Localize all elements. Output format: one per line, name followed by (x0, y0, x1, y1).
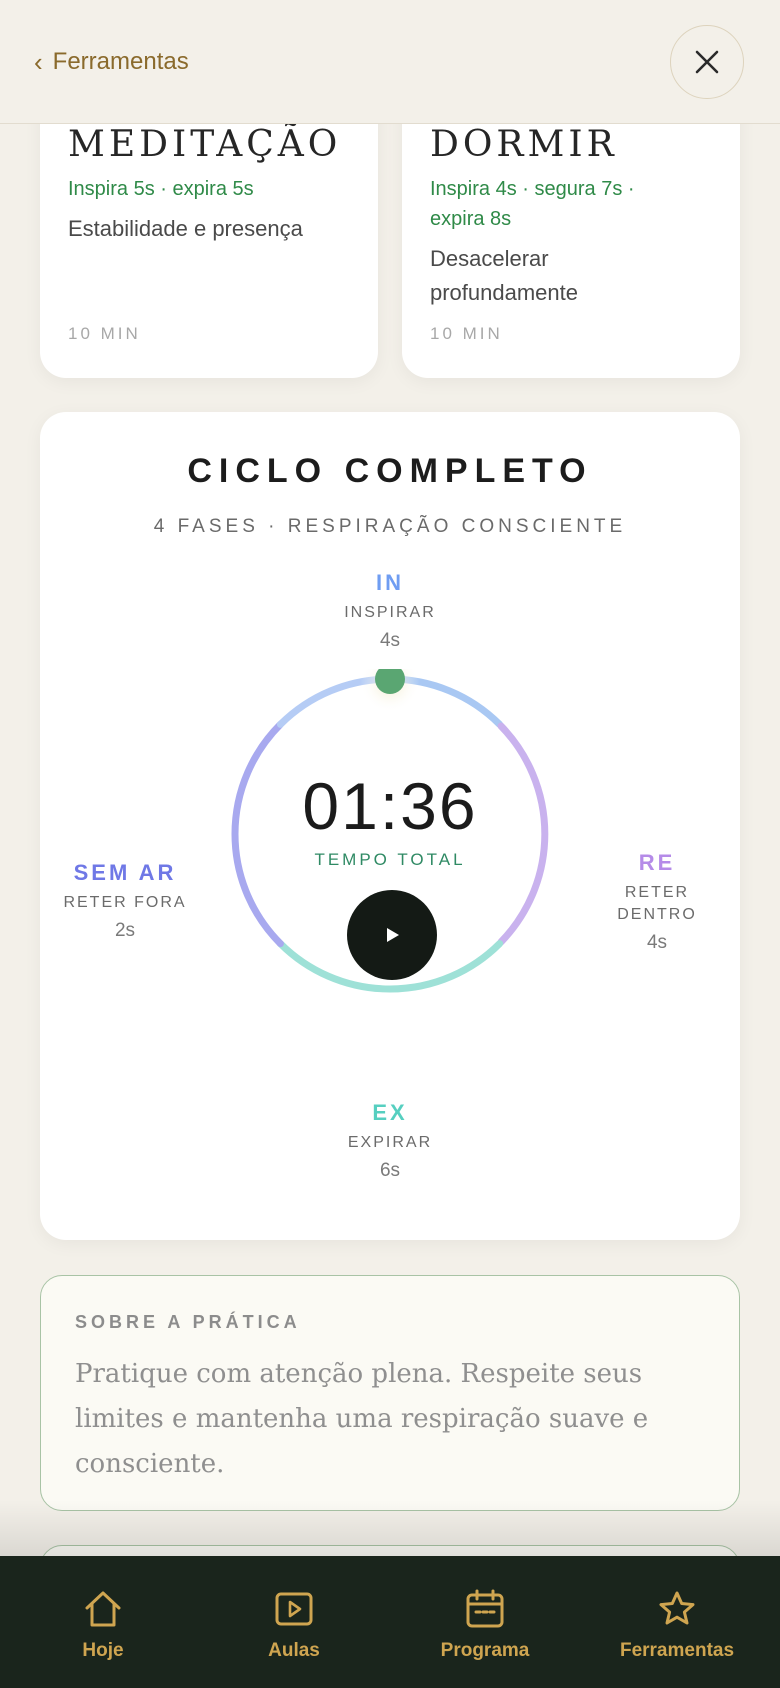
ciclo-completo-card: CICLO COMPLETO 4 FASES · RESPIRAÇÃO CONS… (40, 412, 740, 1240)
close-button[interactable] (670, 25, 744, 99)
phase-code: IN (376, 570, 404, 595)
nav-item-programa[interactable]: Programa (400, 1588, 570, 1662)
card-rate-line-1: Inspira 4s · segura 7s · (430, 178, 635, 200)
practice-card-dormir[interactable]: DORMIR Inspira 4s · segura 7s · expira 8… (402, 124, 740, 378)
card-duration: 10 MIN (430, 324, 503, 343)
play-icon (387, 928, 399, 942)
chevron-left-icon: ‹ (34, 47, 43, 77)
phase-name-line-2: DENTRO (617, 906, 697, 923)
star-icon (659, 1591, 695, 1625)
nav-shadow (0, 1500, 780, 1556)
play-button[interactable] (347, 890, 437, 980)
content-scroll[interactable]: MEDITAÇÃO Inspira 5s · expira 5s Estabil… (0, 124, 780, 1556)
phase-name: EXPIRAR (347, 1134, 433, 1151)
card-rate-line-2: expira 8s (430, 208, 512, 230)
card-description-line-2: profundamente (430, 280, 578, 305)
nav-item-aulas[interactable]: Aulas (209, 1588, 379, 1662)
home-icon (85, 1591, 121, 1627)
timer-value: 01:36 (302, 769, 478, 843)
about-practice-card: SOBRE A PRÁTICA Pratique com atenção ple… (40, 1275, 740, 1511)
card-description: Estabilidade e presença (68, 216, 303, 241)
practice-card-meditacao[interactable]: MEDITAÇÃO Inspira 5s · expira 5s Estabil… (40, 124, 378, 378)
nav-item-ferramentas[interactable]: Ferramentas (592, 1588, 762, 1662)
phase-inspirar: IN INSPIRAR 4s (290, 570, 490, 652)
phase-duration: 6s (379, 1160, 401, 1181)
phase-name: INSPIRAR (344, 604, 436, 621)
top-bar: ‹ Ferramentas (0, 0, 780, 124)
calendar-icon (466, 1589, 504, 1628)
phase-expirar: EX EXPIRAR 6s (290, 1100, 490, 1182)
phase-duration: 2s (114, 920, 136, 941)
ciclo-subtitle: 4 FASES · RESPIRAÇÃO CONSCIENTE (153, 516, 627, 537)
nav-item-hoje[interactable]: Hoje (18, 1588, 188, 1662)
phase-name: RETER FORA (63, 894, 187, 911)
phase-reter-fora: SEM AR RETER FORA 2s (40, 860, 210, 942)
bottom-navigation: Hoje Aulas Programa Ferramentas (0, 1556, 780, 1688)
card-description-line-1: Desacelerar (430, 246, 549, 271)
timer-label: TEMPO TOTAL (314, 850, 466, 869)
play-square-icon (275, 1592, 313, 1626)
back-link[interactable]: ‹ Ferramentas (34, 48, 189, 76)
nav-label: Aulas (268, 1640, 320, 1661)
close-icon (695, 50, 719, 74)
about-text: Pratique com atenção plena. Respeite seu… (75, 1359, 649, 1479)
nav-label: Programa (440, 1640, 530, 1661)
card-title: MEDITAÇÃO (68, 124, 342, 165)
nav-label: Ferramentas (619, 1640, 735, 1661)
nav-label: Hoje (82, 1640, 124, 1661)
phase-duration: 4s (646, 932, 668, 953)
card-rate: Inspira 5s · expira 5s (68, 178, 254, 200)
ciclo-title: CICLO COMPLETO (187, 452, 593, 490)
card-title: DORMIR (430, 124, 618, 165)
back-label: Ferramentas (52, 48, 189, 75)
phase-duration: 4s (379, 630, 401, 651)
card-duration: 10 MIN (68, 324, 141, 343)
about-title: SOBRE A PRÁTICA (75, 1312, 301, 1332)
phase-code: EX (372, 1100, 408, 1125)
phase-name-line-1: RETER (624, 884, 690, 901)
